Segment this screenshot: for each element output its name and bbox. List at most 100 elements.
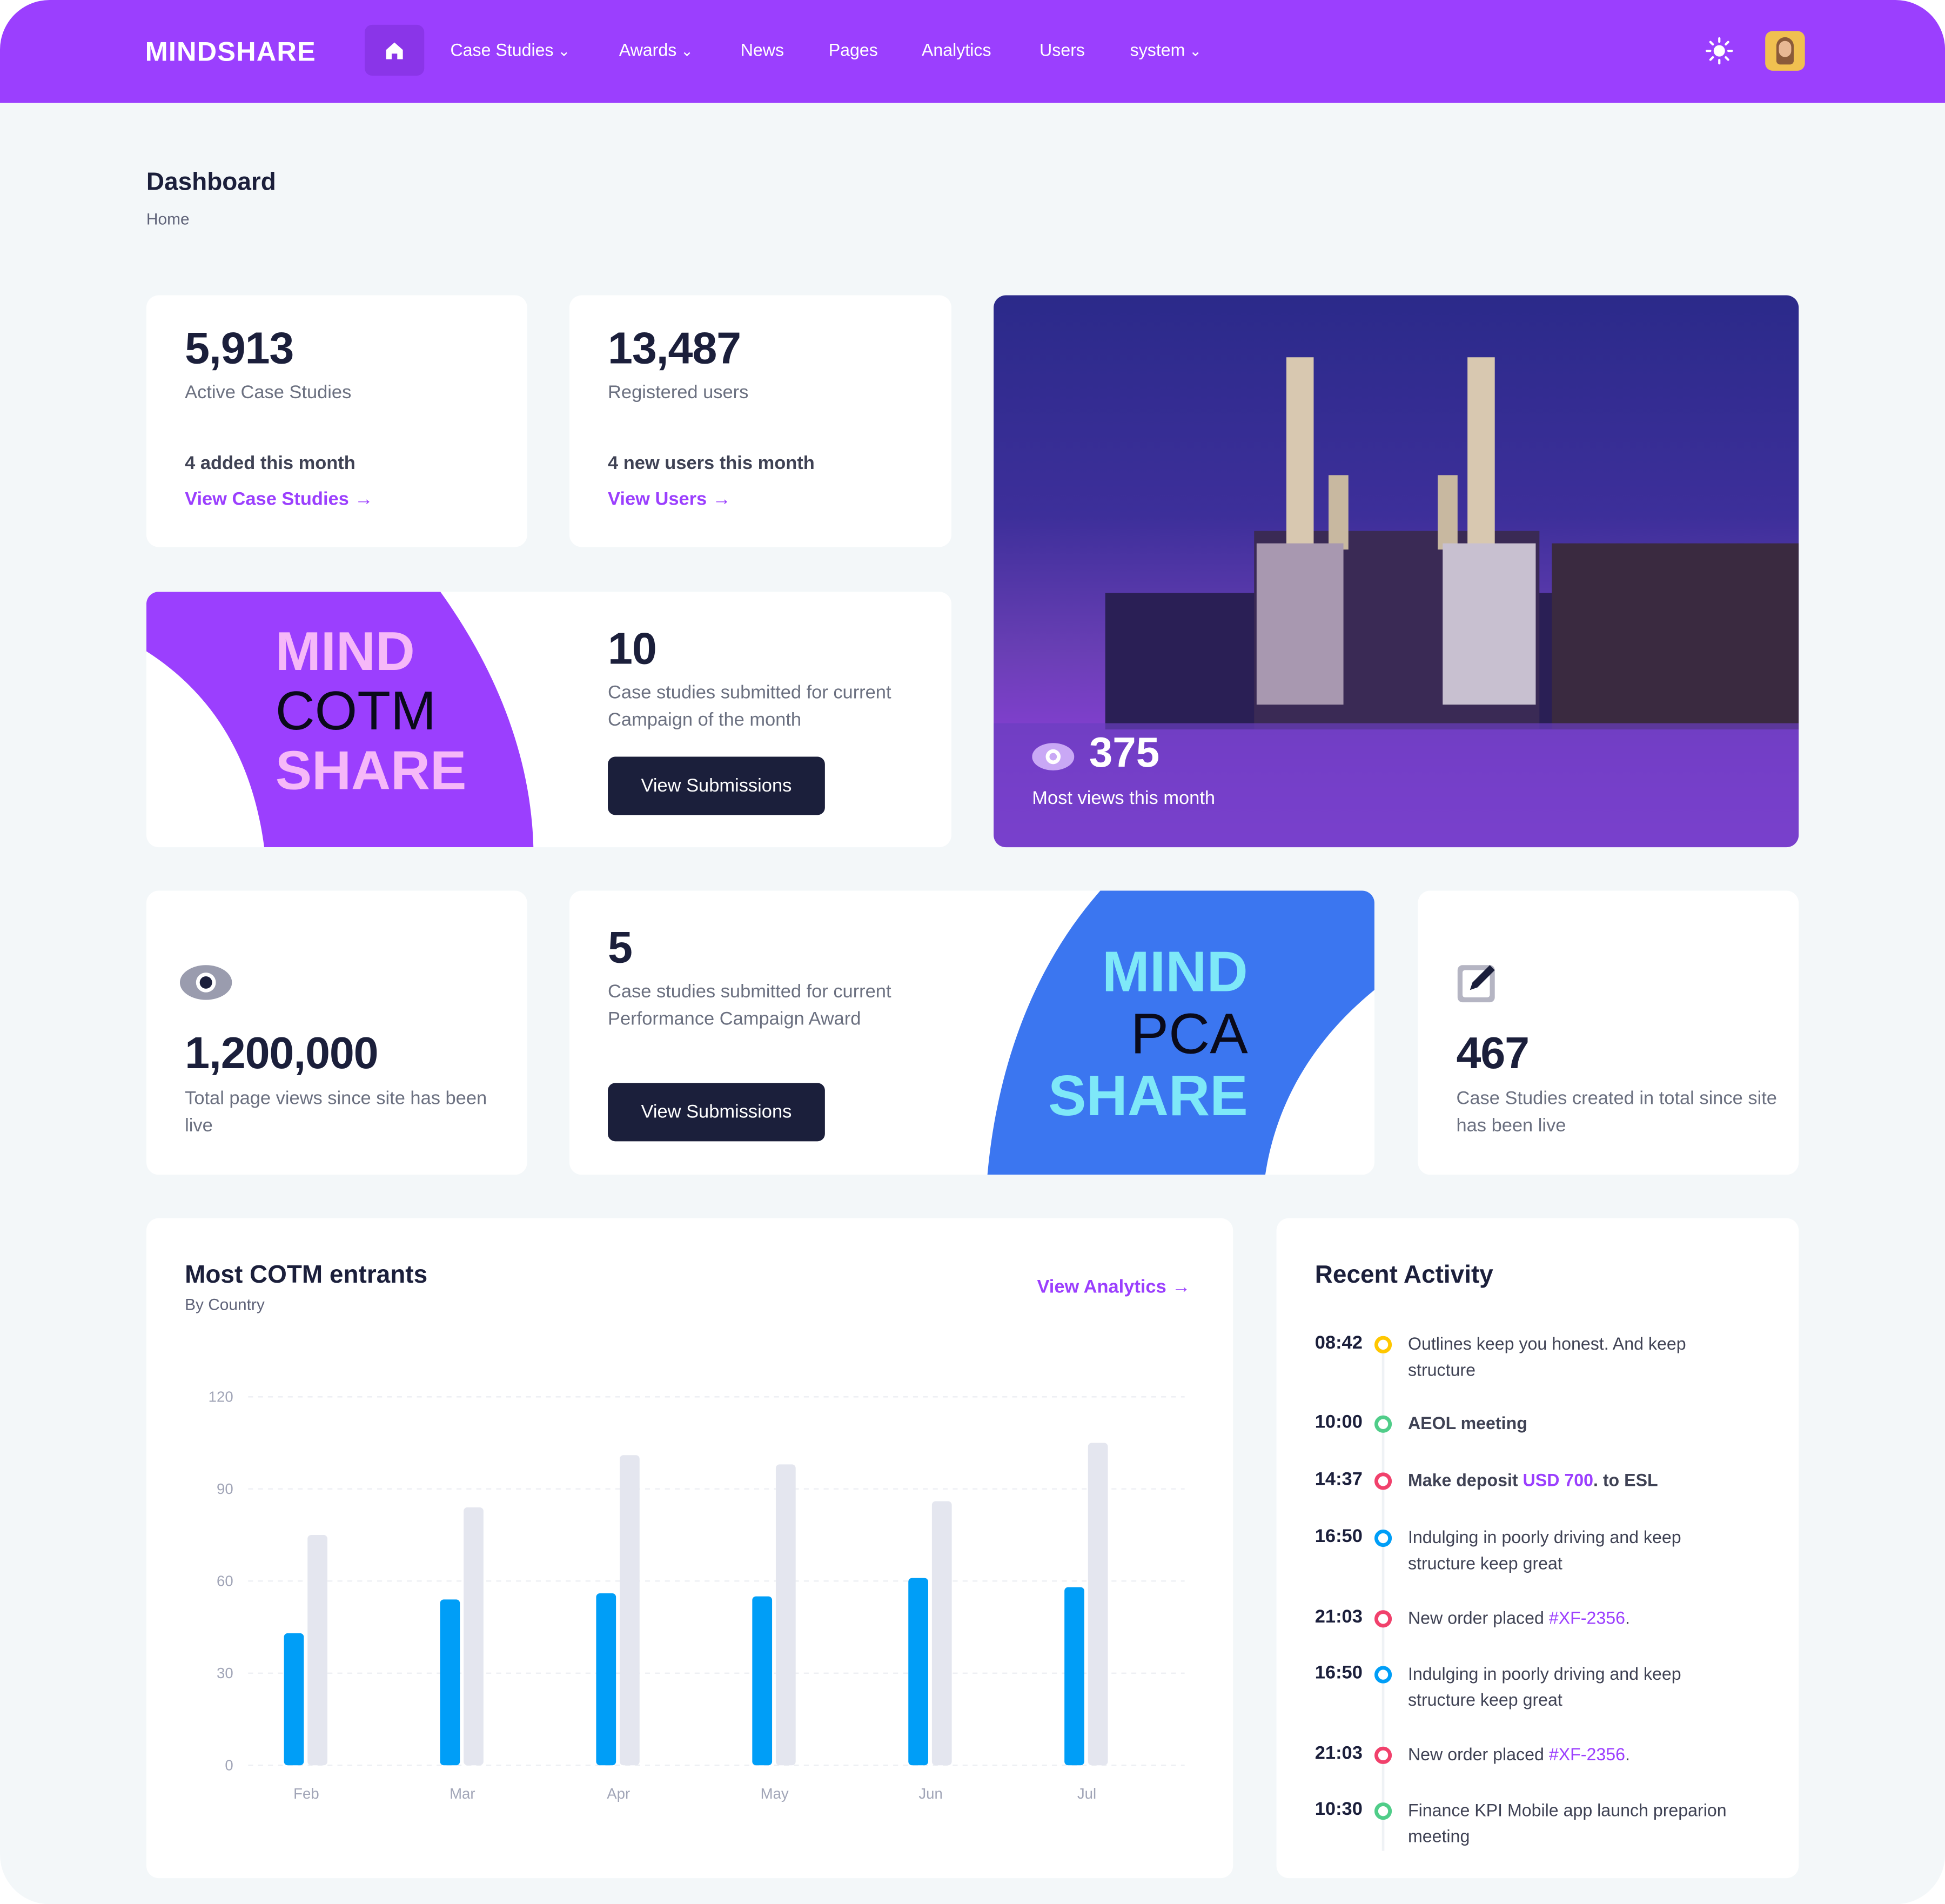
y-tick-label: 0 [225, 1756, 233, 1773]
nav-item-case-studies[interactable]: Case Studies ⌄ [450, 39, 570, 59]
logo[interactable]: MINDSHARE [145, 36, 316, 69]
bar-feb-series-1[interactable] [284, 1633, 304, 1766]
total-case-studies-card: 467 Case Studies created in total since … [1418, 890, 1799, 1175]
nav-label: system [1130, 39, 1185, 60]
bar-jun-series-1[interactable] [908, 1578, 928, 1766]
activity-link[interactable]: #XF-2356 [1549, 1608, 1625, 1628]
nav-label: News [740, 39, 784, 60]
activity-text: Finance KPI Mobile app launch preparion … [1407, 1800, 1727, 1846]
activity-text: New order placed #XF-2356. [1408, 1742, 1743, 1768]
stat-value: 13,487 [608, 322, 741, 374]
pca-card: 5 Case studies submitted for current Per… [569, 890, 1374, 1175]
stat-value: 5,913 [185, 322, 294, 374]
chevron-down-icon: ⌄ [676, 42, 694, 60]
activity-time: 16:50 [1314, 1526, 1363, 1547]
view-pca-submissions-button[interactable]: View Submissions [608, 1083, 825, 1142]
activity-title: Recent Activity [1314, 1262, 1493, 1289]
activity-text: Make deposit USD 700. to ESL [1408, 1467, 1743, 1493]
page-title: Dashboard [146, 169, 276, 196]
activity-time: 10:30 [1314, 1799, 1363, 1820]
bar-jul-series-1[interactable] [1064, 1587, 1084, 1766]
link-label: View Case Studies [185, 488, 349, 510]
y-tick-label: 120 [209, 1388, 233, 1405]
activity-text-part: New order placed [1407, 1744, 1549, 1764]
stat-value: 1,200,000 [185, 1027, 379, 1078]
view-cotm-submissions-button[interactable]: View Submissions [608, 756, 825, 815]
activity-text-part: . to ESL [1593, 1470, 1658, 1490]
x-tick-label: Feb [293, 1785, 319, 1802]
arrow-right-icon: → [712, 488, 731, 510]
views-value: 375 [1089, 729, 1160, 777]
activity-time: 21:03 [1314, 1606, 1363, 1628]
activity-time: 21:03 [1314, 1742, 1363, 1764]
views-label: Most views this month [1032, 787, 1216, 809]
cotm-card: MIND COTM SHARE 10 Case studies submitte… [146, 592, 952, 848]
activity-time: 10:00 [1314, 1411, 1363, 1433]
cotm-value: 10 [608, 622, 657, 674]
chevron-down-icon: ⌄ [553, 42, 571, 60]
nav-item-awards[interactable]: Awards ⌄ [619, 39, 693, 59]
bar-jul-series-2[interactable] [1088, 1443, 1108, 1766]
nav-item-users[interactable]: Users [1039, 39, 1085, 59]
activity-text-part: . [1625, 1744, 1630, 1764]
eye-icon [1032, 743, 1075, 770]
bar-jun-series-2[interactable] [931, 1501, 952, 1766]
activity-text: Outlines keep you honest. And keep struc… [1407, 1333, 1686, 1380]
activity-text: AEOL meeting [1407, 1413, 1527, 1433]
stat-label: Registered users [608, 382, 749, 404]
x-tick-label: Mar [450, 1785, 475, 1802]
breadcrumb[interactable]: Home [146, 210, 190, 228]
pca-label: Case studies submitted for current Perfo… [608, 981, 891, 1030]
home-button[interactable] [365, 24, 425, 76]
activity-time: 16:50 [1314, 1662, 1363, 1684]
sun-icon[interactable] [1706, 37, 1733, 65]
bar-apr-series-1[interactable] [596, 1593, 616, 1766]
bar-mar-series-1[interactable] [440, 1599, 460, 1766]
activity-text: Indulging in poorly driving and keep str… [1407, 1527, 1681, 1573]
stat-label: Total page views since site has been liv… [185, 1088, 487, 1137]
nav-item-news[interactable]: News [741, 39, 784, 59]
bar-may-series-1[interactable] [752, 1596, 773, 1766]
x-tick-label: Jul [1077, 1785, 1096, 1802]
bar-may-series-2[interactable] [775, 1464, 796, 1766]
activity-dot-icon [1374, 1415, 1392, 1433]
pca-logo: MIND PCA SHARE [1048, 939, 1248, 1128]
chart-card: Most COTM entrants By Country View Analy… [146, 1218, 1233, 1879]
activity-link[interactable]: USD 700 [1523, 1470, 1593, 1490]
cotm-label: Case studies submitted for current Campa… [608, 682, 891, 731]
nav-item-system[interactable]: system ⌄ [1130, 39, 1202, 59]
activity-text: Indulging in poorly driving and keep str… [1407, 1663, 1681, 1709]
arrow-right-icon: → [354, 488, 373, 510]
chevron-down-icon: ⌄ [1185, 42, 1202, 60]
case-studies-card: 5,913 Active Case Studies 4 added this m… [146, 295, 527, 547]
activity-dot-icon [1374, 1802, 1392, 1820]
view-users-link[interactable]: View Users → [608, 489, 731, 511]
stat-note: 4 new users this month [608, 453, 815, 474]
activity-link[interactable]: #XF-2356 [1549, 1744, 1625, 1764]
link-label: View Users [608, 488, 707, 510]
bar-mar-series-2[interactable] [464, 1507, 484, 1766]
nav-item-pages[interactable]: Pages [829, 39, 878, 59]
activity-time: 14:37 [1314, 1469, 1363, 1490]
home-icon [386, 42, 403, 59]
view-case-studies-link[interactable]: View Case Studies → [185, 489, 373, 511]
stat-value: 467 [1456, 1027, 1530, 1078]
activity-text-part: Make deposit [1407, 1470, 1523, 1490]
activity-text: New order placed #XF-2356. [1408, 1605, 1743, 1631]
eye-icon [179, 965, 232, 1000]
nav-label: Case Studies [450, 39, 554, 60]
page: MINDSHARE Case Studies ⌄ Awards ⌄ News Page… [0, 0, 1945, 1904]
avatar[interactable] [1765, 31, 1805, 71]
bar-chart: 0 30 60 90 120 Feb Mar Apr May Jun Jul [209, 1388, 1185, 1802]
bar-feb-series-2[interactable] [307, 1535, 327, 1766]
nav-item-analytics[interactable]: Analytics [922, 39, 991, 59]
featured-image-card: 375 Most views this month [994, 295, 1799, 848]
x-tick-label: Apr [607, 1785, 630, 1802]
activity-dot-icon [1374, 1336, 1392, 1353]
nav-label: Pages [828, 39, 878, 60]
bar-apr-series-2[interactable] [620, 1455, 640, 1766]
activity-time: 08:42 [1314, 1332, 1363, 1353]
users-card: 13,487 Registered users 4 new users this… [569, 295, 952, 547]
stat-label: Case Studies created in total since site… [1456, 1088, 1777, 1137]
page-views-card: 1,200,000 Total page views since site ha… [146, 890, 527, 1175]
